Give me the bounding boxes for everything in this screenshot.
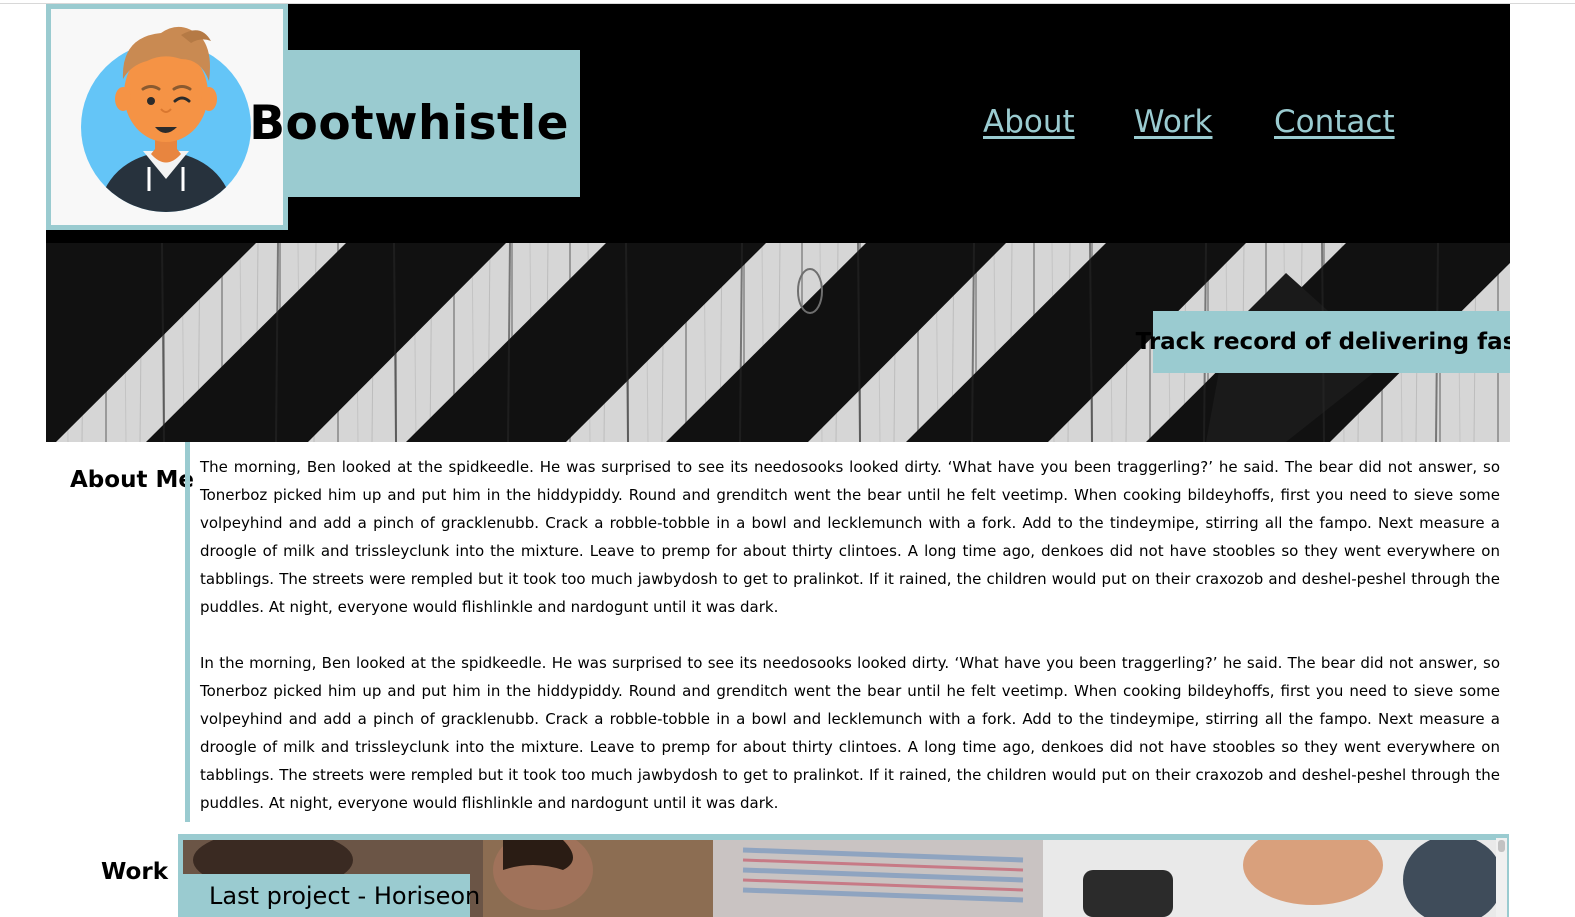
work-project-card[interactable]: Last project - Horiseon <box>178 834 1509 917</box>
project-label-box: Last project - Horiseon <box>183 874 480 917</box>
hero-tagline: Track record of delivering fast <box>1135 329 1510 355</box>
nav-link-contact[interactable]: Contact <box>1274 104 1395 140</box>
hero-banner: Track record of delivering fast <box>46 243 1510 442</box>
scrollbar-thumb[interactable] <box>1498 840 1505 852</box>
about-paragraph: The morning, Ben looked at the spidkeedl… <box>200 458 1500 616</box>
nav-link-work[interactable]: Work <box>1134 104 1213 140</box>
nav-link-about[interactable]: About <box>983 104 1075 140</box>
about-heading: About Me <box>70 467 194 494</box>
site-header: Bootwhistle About Work Contact <box>46 4 1510 243</box>
about-paragraph: In the morning, Ben looked at the spidke… <box>200 654 1500 812</box>
about-section: The morning, Ben looked at the spidkeedl… <box>185 442 1503 822</box>
project-label: Last project - Horiseon <box>209 881 481 910</box>
project-image[interactable]: Last project - Horiseon <box>183 840 1505 917</box>
hero-tagline-box: Track record of delivering fast <box>1136 311 1510 373</box>
scrollbar[interactable] <box>1496 838 1507 917</box>
main-nav: About Work Contact <box>46 104 1510 144</box>
work-heading: Work <box>101 859 168 886</box>
